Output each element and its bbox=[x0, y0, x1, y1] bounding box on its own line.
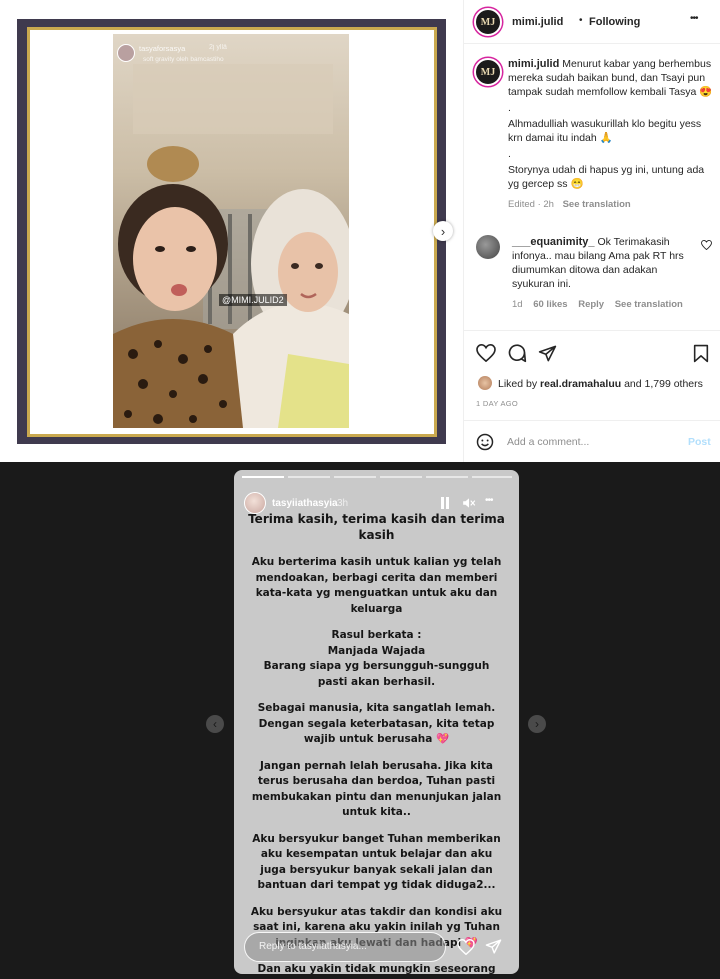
progress-bar-6 bbox=[472, 476, 512, 478]
story-reply-field[interactable]: Reply to tasyiiathasyia... bbox=[244, 932, 446, 962]
author-avatar[interactable]: MJ bbox=[474, 8, 502, 36]
comment-author[interactable]: ___equanimity_ bbox=[512, 236, 595, 248]
story-paragraph-1: Aku berterima kasih untuk kalian yg tela… bbox=[251, 556, 502, 615]
pause-icon[interactable] bbox=[440, 497, 450, 509]
progress-bar-2 bbox=[288, 476, 330, 478]
more-options-icon[interactable]: ••• bbox=[690, 13, 698, 24]
story-share-icon[interactable] bbox=[485, 938, 502, 955]
story-paragraph-3: Sebagai manusia, kita sangatlah lemah. D… bbox=[257, 702, 496, 745]
like-heart-icon[interactable] bbox=[476, 344, 496, 362]
caption-dot-2: . bbox=[508, 148, 511, 160]
story-paragraph-4: Jangan pernah lelah berusaha. Jika kita … bbox=[251, 759, 502, 819]
progress-bar-4 bbox=[380, 476, 422, 478]
story-like-heart-icon[interactable] bbox=[457, 939, 475, 955]
story-music: soft gravity oleh bamcastiho bbox=[143, 56, 224, 63]
post-sidebar: MJ mimi.julid • Following ••• MJ mimi.ju… bbox=[463, 0, 720, 462]
comment-bubble-icon[interactable] bbox=[507, 343, 527, 363]
mute-speaker-icon[interactable] bbox=[462, 497, 476, 509]
progress-bar-1 bbox=[242, 476, 284, 478]
progress-bar-5 bbox=[426, 476, 468, 478]
story-paragraph-7: Dan aku yakin tidak mungkin seseorang di… bbox=[257, 963, 496, 974]
story-paragraph-2: Rasul berkata : Manjada Wajada Barang si… bbox=[263, 629, 490, 688]
next-story-button[interactable]: › bbox=[528, 715, 546, 733]
liker-avatar[interactable] bbox=[478, 376, 492, 390]
instagram-post: tasyaforsasya 2j yllä soft gravity oleh … bbox=[0, 0, 720, 462]
share-paper-plane-icon[interactable] bbox=[538, 344, 557, 363]
caption: mimi.julid Menurut kabar yang berhembus … bbox=[508, 57, 713, 210]
caption-see-translation[interactable]: See translation bbox=[563, 199, 631, 210]
post-comment-button[interactable]: Post bbox=[688, 436, 711, 448]
previous-story-button[interactable]: ‹ bbox=[206, 715, 224, 733]
story-avatar bbox=[117, 44, 135, 62]
story-user-time: 3h bbox=[337, 498, 349, 509]
story-user-name[interactable]: tasyiiathasyia bbox=[272, 498, 338, 509]
post-header: MJ mimi.julid • Following ••• bbox=[464, 0, 720, 44]
author-username[interactable]: mimi.julid bbox=[512, 16, 563, 28]
comment-age: 1d bbox=[512, 299, 523, 310]
comment-likes[interactable]: 60 likes bbox=[533, 299, 567, 310]
story-title: Terima kasih, terima kasih dan terima ka… bbox=[248, 512, 505, 542]
next-photo-button[interactable]: › bbox=[433, 221, 453, 241]
comment: ___equanimity_ Ok Terimakasih infonya.. … bbox=[512, 235, 702, 310]
commenter-avatar[interactable] bbox=[476, 235, 500, 259]
save-bookmark-icon[interactable] bbox=[693, 344, 709, 363]
story-paragraph-5: Aku bersyukur banget Tuhan memberikan ak… bbox=[252, 832, 501, 892]
post-date: 1 DAY AGO bbox=[476, 399, 519, 408]
add-comment-bar: Add a comment... Post bbox=[464, 420, 720, 462]
comment-see-translation[interactable]: See translation bbox=[615, 299, 683, 310]
caption-edited: Edited · 2h bbox=[508, 199, 554, 210]
emoji-icon[interactable] bbox=[476, 433, 494, 451]
header-separator: • bbox=[579, 15, 583, 26]
caption-line-2: Alhmadulliah wasukurillah klo begitu yes… bbox=[508, 118, 702, 144]
following-label[interactable]: Following bbox=[589, 16, 640, 28]
liked-by-user[interactable]: real.dramahaluu bbox=[540, 378, 621, 390]
progress-bar-3 bbox=[334, 476, 376, 478]
liked-by-suffix: and 1,799 others bbox=[624, 378, 703, 390]
story-card: tasyiiathasyia 3h ••• Terima kasih, teri… bbox=[234, 470, 519, 974]
comment-reply[interactable]: Reply bbox=[578, 299, 604, 310]
comment-like-heart-icon[interactable] bbox=[701, 240, 712, 250]
story-text-body: Terima kasih, terima kasih dan terima ka… bbox=[234, 510, 519, 974]
liked-by-prefix: Liked by bbox=[498, 378, 538, 390]
caption-dot-1: . bbox=[508, 102, 511, 114]
add-comment-input[interactable]: Add a comment... bbox=[507, 436, 589, 448]
story-more-options-icon[interactable]: ••• bbox=[485, 495, 493, 506]
story-reply-placeholder: Reply to tasyiiathasyia... bbox=[259, 941, 367, 952]
story-screenshot-photo: tasyaforsasya 2j yllä soft gravity oleh … bbox=[113, 34, 349, 428]
selfie-illustration bbox=[113, 34, 349, 428]
post-image-area: tasyaforsasya 2j yllä soft gravity oleh … bbox=[0, 0, 463, 462]
caption-line-3: Storynya udah di hapus yg ini, untung ad… bbox=[508, 164, 705, 190]
story-time: 2j yllä bbox=[209, 44, 227, 51]
story-username: tasyaforsasya bbox=[139, 44, 186, 53]
caption-author[interactable]: mimi.julid bbox=[508, 58, 559, 70]
watermark: @MIMI.JULID2 bbox=[219, 294, 287, 306]
caption-avatar[interactable]: MJ bbox=[474, 58, 502, 86]
